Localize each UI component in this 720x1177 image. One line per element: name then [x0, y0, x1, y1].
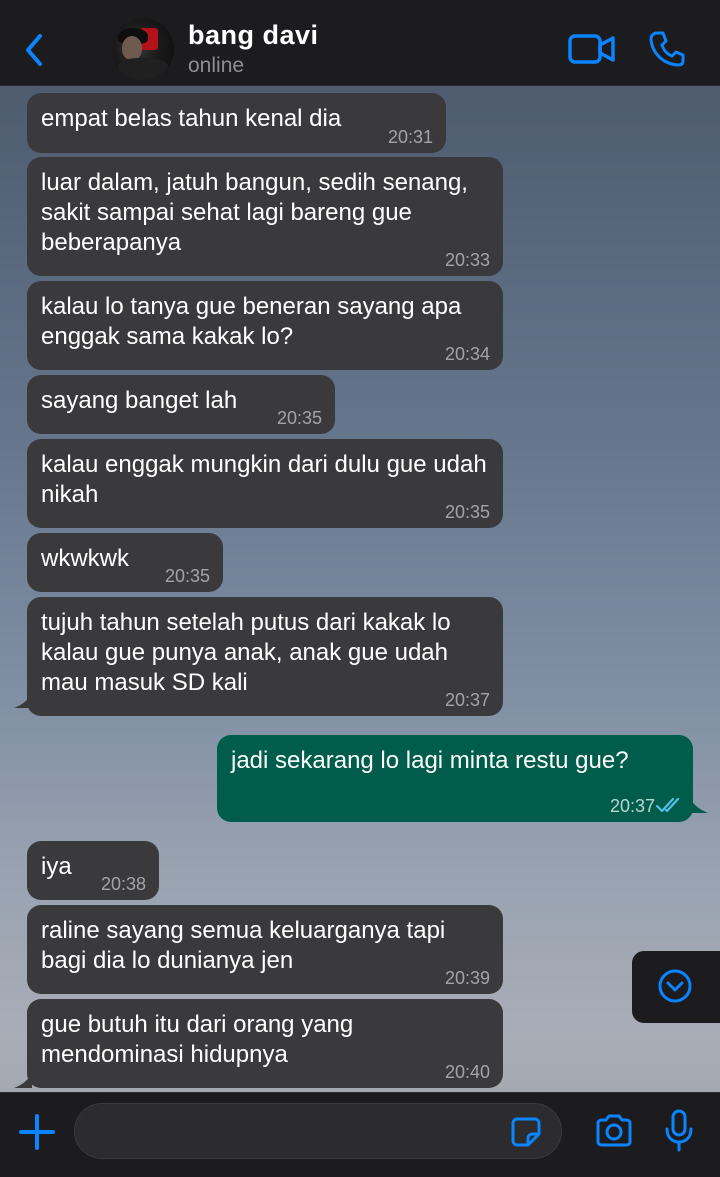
- message-bubble[interactable]: kalau lo tanya gue beneran sayang apa en…: [27, 281, 503, 370]
- camera-icon[interactable]: [594, 1113, 634, 1149]
- message-time: 20:35: [276, 408, 322, 428]
- message-time: 20:37: [444, 690, 490, 710]
- video-call-icon[interactable]: [568, 32, 616, 66]
- message-text: iya: [41, 853, 72, 880]
- read-receipt-icon: [655, 797, 680, 813]
- avatar[interactable]: [112, 18, 174, 80]
- message-time: 20:40: [444, 1062, 490, 1082]
- message-bubble[interactable]: luar dalam, jatuh bangun, sedih senang, …: [27, 157, 503, 276]
- message-text: kalau enggak mungkin dari dulu gue udah …: [41, 451, 487, 508]
- message-time: 20:35: [444, 502, 490, 522]
- message-time: 20:33: [444, 250, 490, 270]
- message-text: gue butuh itu dari orang yang mendominas…: [41, 1011, 354, 1068]
- microphone-icon[interactable]: [664, 1109, 694, 1153]
- message-text: empat belas tahun kenal dia: [41, 105, 342, 132]
- outgoing-message-bubble[interactable]: jadi sekarang lo lagi minta restu gue? 2…: [217, 735, 693, 822]
- message-bubble[interactable]: sayang banget lah 20:35: [27, 375, 335, 434]
- phone-call-icon[interactable]: [648, 30, 686, 68]
- message-time: 20:39: [444, 968, 490, 988]
- message-time: 20:37: [609, 796, 655, 816]
- sticker-icon[interactable]: [510, 1116, 542, 1148]
- back-chevron-icon[interactable]: [20, 30, 50, 70]
- composer-bar: [0, 1092, 720, 1177]
- message-time: 20:34: [444, 344, 490, 364]
- message-time: 20:35: [164, 566, 210, 586]
- message-text: wkwkwk: [41, 545, 129, 572]
- plus-icon[interactable]: [18, 1113, 56, 1151]
- message-bubble[interactable]: tujuh tahun setelah putus dari kakak lo …: [27, 597, 503, 716]
- message-text: sayang banget lah: [41, 387, 238, 414]
- message-bubble[interactable]: kalau enggak mungkin dari dulu gue udah …: [27, 439, 503, 528]
- message-text: jadi sekarang lo lagi minta restu gue?: [231, 747, 629, 774]
- contact-status: online: [188, 54, 245, 77]
- message-input[interactable]: [74, 1103, 562, 1159]
- message-time: 20:31: [387, 127, 433, 147]
- chevron-down-circle-icon: [658, 969, 692, 1003]
- message-bubble[interactable]: raline sayang semua keluarganya tapi bag…: [27, 905, 503, 994]
- message-text: tujuh tahun setelah putus dari kakak lo …: [41, 609, 451, 696]
- message-bubble[interactable]: iya 20:38: [27, 841, 159, 900]
- scroll-to-bottom-button[interactable]: [632, 951, 720, 1023]
- contact-name[interactable]: bang davi: [188, 20, 319, 51]
- message-bubble[interactable]: empat belas tahun kenal dia 20:31: [27, 93, 446, 153]
- message-time: 20:38: [100, 874, 146, 894]
- message-text: raline sayang semua keluarganya tapi bag…: [41, 917, 446, 974]
- message-text: luar dalam, jatuh bangun, sedih senang, …: [41, 169, 468, 256]
- message-bubble[interactable]: wkwkwk 20:35: [27, 533, 223, 592]
- chat-header: bang davi online: [0, 0, 720, 86]
- message-bubble[interactable]: gue butuh itu dari orang yang mendominas…: [27, 999, 503, 1088]
- message-text: kalau lo tanya gue beneran sayang apa en…: [41, 293, 462, 350]
